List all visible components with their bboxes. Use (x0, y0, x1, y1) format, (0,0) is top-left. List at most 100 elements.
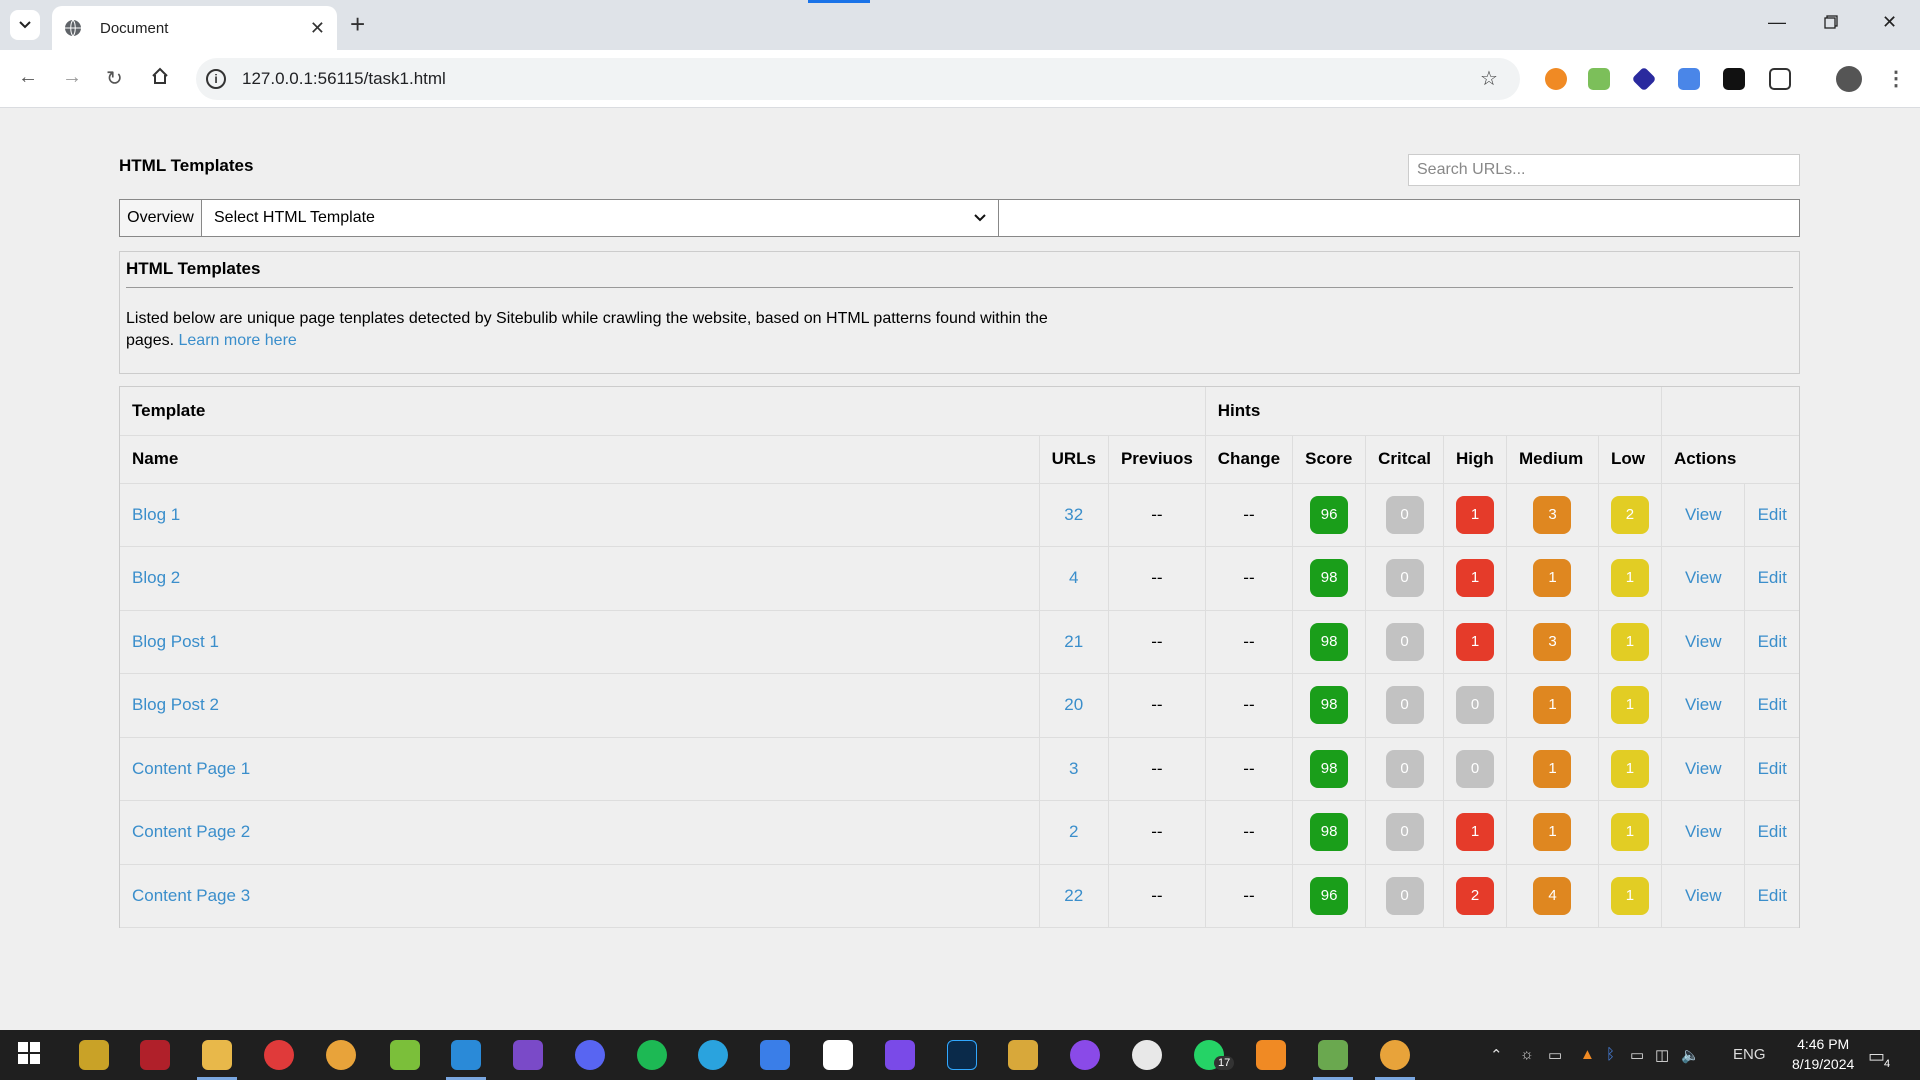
view-link[interactable]: View (1685, 886, 1722, 905)
restore-icon[interactable] (1824, 13, 1838, 34)
template-name-link[interactable]: Content Page 1 (132, 759, 250, 778)
template-selector-row: Overview Select HTML Template (119, 199, 1800, 237)
extension-icon-2[interactable] (1588, 68, 1610, 90)
tray-vlc-icon[interactable]: ▲ (1580, 1046, 1595, 1063)
urls-link[interactable]: 32 (1064, 505, 1083, 524)
browser-tab[interactable]: Document ✕ (52, 6, 337, 50)
template-name-link[interactable]: Blog 2 (132, 568, 180, 587)
app-icon-16[interactable] (1008, 1040, 1038, 1070)
urls-link[interactable]: 21 (1064, 632, 1083, 651)
edit-link[interactable]: Edit (1758, 632, 1787, 651)
back-icon[interactable]: ← (18, 66, 38, 89)
medium-badge: 1 (1533, 749, 1572, 788)
template-name-link[interactable]: Content Page 2 (132, 822, 250, 841)
view-link[interactable]: View (1685, 632, 1722, 651)
chrome-active-icon[interactable] (1380, 1040, 1410, 1070)
template-name-link[interactable]: Content Page 3 (132, 886, 250, 905)
template-name-link[interactable]: Blog 1 (132, 505, 180, 524)
file-explorer-icon[interactable] (202, 1040, 232, 1070)
edit-link[interactable]: Edit (1758, 505, 1787, 524)
vscode-icon[interactable] (451, 1040, 481, 1070)
github-icon[interactable] (1070, 1040, 1100, 1070)
browser-menu-icon[interactable]: ⋮ (1886, 66, 1906, 91)
edit-link[interactable]: Edit (1758, 568, 1787, 587)
clock-date: 8/19/2024 (1792, 1056, 1855, 1072)
table-row: Blog Post 2 20 -- -- 98 0 0 1 1 View Edi… (120, 673, 1799, 738)
view-link[interactable]: View (1685, 568, 1722, 587)
change-cell: -- (1204, 864, 1293, 928)
notion-icon[interactable] (823, 1040, 853, 1070)
tray-icon-1[interactable]: ☼ (1520, 1046, 1534, 1063)
taskbar-clock[interactable]: 4:46 PM 8/19/2024 (1792, 1034, 1854, 1074)
new-tab-button[interactable]: + (350, 9, 365, 40)
edit-cell: Edit (1744, 673, 1799, 738)
empty-field[interactable] (999, 200, 1799, 236)
urls-link[interactable]: 2 (1069, 822, 1078, 841)
high-badge: 1 (1456, 813, 1495, 852)
discord-icon[interactable] (575, 1040, 605, 1070)
site-info-icon[interactable]: i (206, 69, 226, 89)
bookmark-star-icon[interactable]: ☆ (1480, 66, 1498, 91)
learn-more-link[interactable]: Learn more here (179, 332, 297, 349)
tab-close-icon[interactable]: ✕ (310, 18, 325, 39)
forward-icon[interactable]: → (62, 66, 82, 89)
telegram-icon[interactable] (698, 1040, 728, 1070)
visual-studio-icon[interactable] (513, 1040, 543, 1070)
edit-link[interactable]: Edit (1758, 695, 1787, 714)
tray-chevron-icon[interactable]: ⌃ (1490, 1046, 1503, 1064)
bluetooth-icon[interactable]: ᛒ (1606, 1046, 1615, 1063)
urls-link[interactable]: 4 (1069, 568, 1078, 587)
obsidian-icon[interactable] (885, 1040, 915, 1070)
search-input[interactable] (1408, 154, 1800, 186)
notifications-icon[interactable]: ▭ (1868, 1046, 1885, 1067)
app-icon-1[interactable] (79, 1040, 109, 1070)
view-link[interactable]: View (1685, 505, 1722, 524)
view-link[interactable]: View (1685, 695, 1722, 714)
urls-link[interactable]: 3 (1069, 759, 1078, 778)
photoshop-icon[interactable] (947, 1040, 977, 1070)
view-cell: View (1660, 673, 1745, 738)
score-cell: 96 (1292, 483, 1366, 547)
tray-icon-2[interactable]: ▭ (1548, 1046, 1562, 1064)
vlc-icon[interactable] (1256, 1040, 1286, 1070)
extension-icon-1[interactable] (1545, 68, 1567, 90)
todo-icon[interactable] (760, 1040, 790, 1070)
edit-link[interactable]: Edit (1758, 759, 1787, 778)
app-icon-2[interactable] (140, 1040, 170, 1070)
extensions-puzzle-icon[interactable] (1769, 68, 1791, 90)
volume-icon[interactable]: 🔈 (1681, 1046, 1700, 1064)
view-cell: View (1660, 864, 1745, 928)
extension-icon-5[interactable] (1723, 68, 1745, 90)
windows-start-icon[interactable] (16, 1040, 46, 1070)
slack-icon[interactable] (1132, 1040, 1162, 1070)
page-title: HTML Templates (119, 156, 254, 175)
app-icon-22[interactable] (1318, 1040, 1348, 1070)
template-select[interactable]: Select HTML Template (202, 200, 999, 236)
urls-link[interactable]: 20 (1064, 695, 1083, 714)
battery-icon[interactable]: ▭ (1630, 1046, 1644, 1064)
chrome-icon[interactable] (326, 1040, 356, 1070)
edit-link[interactable]: Edit (1758, 886, 1787, 905)
network-icon[interactable]: ◫ (1655, 1046, 1669, 1064)
window-close-icon[interactable]: ✕ (1882, 12, 1897, 33)
minimize-icon[interactable]: — (1768, 12, 1786, 33)
column-header-critical: Critcal (1365, 435, 1444, 484)
home-icon[interactable] (150, 66, 170, 92)
template-name-link[interactable]: Blog Post 1 (132, 632, 219, 651)
view-link[interactable]: View (1685, 759, 1722, 778)
profile-avatar[interactable] (1836, 66, 1862, 92)
template-name-link[interactable]: Blog Post 2 (132, 695, 219, 714)
app-icon-6[interactable] (390, 1040, 420, 1070)
app-icon-4[interactable] (264, 1040, 294, 1070)
overview-button[interactable]: Overview (120, 200, 202, 236)
tab-list-button[interactable] (10, 10, 40, 40)
edit-link[interactable]: Edit (1758, 822, 1787, 841)
translate-extension-icon[interactable] (1678, 68, 1700, 90)
urls-link[interactable]: 22 (1064, 886, 1083, 905)
view-link[interactable]: View (1685, 822, 1722, 841)
address-url[interactable]: 127.0.0.1:56115/task1.html (242, 69, 446, 89)
edit-cell: Edit (1744, 546, 1799, 611)
language-indicator[interactable]: ENG (1733, 1046, 1766, 1063)
spotify-icon[interactable] (637, 1040, 667, 1070)
reload-icon[interactable]: ↻ (106, 66, 123, 91)
